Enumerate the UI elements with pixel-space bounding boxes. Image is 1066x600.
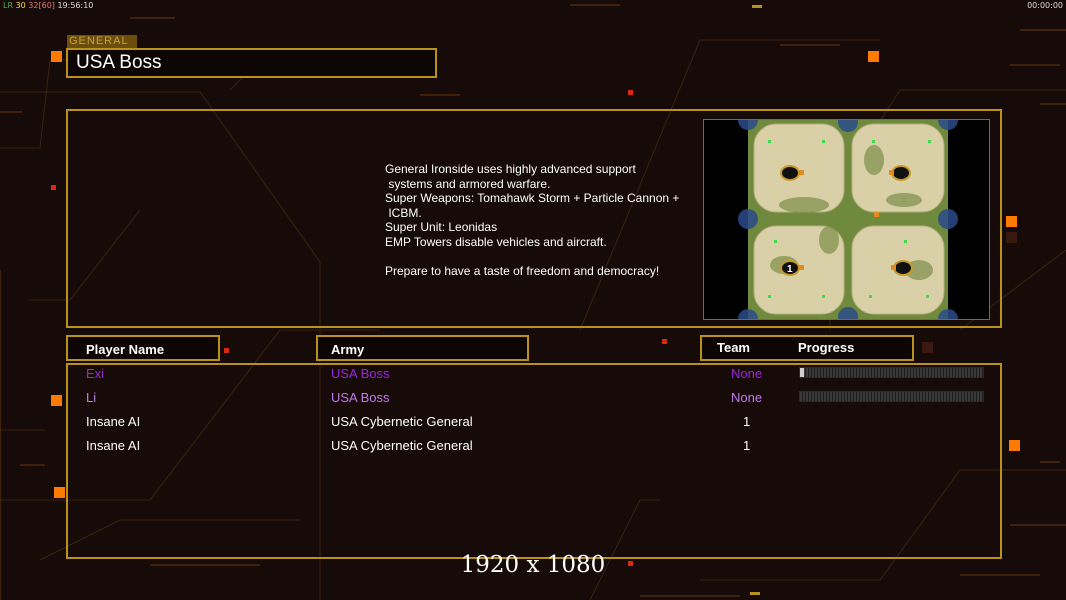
player-army: USA Boss — [331, 366, 390, 381]
resolution-label: 1920 x 1080 — [460, 552, 606, 578]
player-name: Li — [86, 390, 97, 405]
player-team: 1 — [743, 438, 751, 453]
progress-header: Progress — [798, 340, 855, 355]
fps-target: 32[60] — [28, 1, 55, 10]
team-header: Team — [717, 340, 750, 355]
game-timer: 00:00:00 — [1027, 1, 1063, 10]
progress-bar — [799, 391, 984, 402]
map-image: 1 — [738, 110, 958, 329]
progress-bar — [799, 367, 984, 378]
map-preview: 1 — [703, 110, 990, 329]
player-name: Insane AI — [86, 438, 141, 453]
player-team: None — [731, 366, 763, 381]
player-army: USA Cybernetic General — [331, 438, 473, 453]
player-name-header: Player Name — [86, 342, 165, 357]
general-name: USA Boss — [76, 52, 162, 73]
progress-bar-fill — [800, 368, 804, 377]
player-name: Insane AI — [86, 414, 141, 429]
fps-readout: LR 30 32[60] 19:56:10 — [3, 1, 93, 10]
player-team: None — [731, 390, 763, 405]
fps-label: LR — [3, 1, 14, 10]
player-army: USA Cybernetic General — [331, 414, 473, 429]
army-header: Army — [331, 342, 365, 357]
start-marker-label: 1 — [787, 264, 793, 275]
player-team: 1 — [743, 414, 751, 429]
player-army: USA Boss — [331, 390, 390, 405]
player-name: Exi — [86, 366, 105, 381]
clock: 19:56:10 — [57, 1, 94, 10]
fps-value: 30 — [15, 1, 26, 10]
general-tag: GENERAL — [67, 35, 137, 48]
general-description: General Ironside uses highly advanced su… — [385, 162, 680, 278]
